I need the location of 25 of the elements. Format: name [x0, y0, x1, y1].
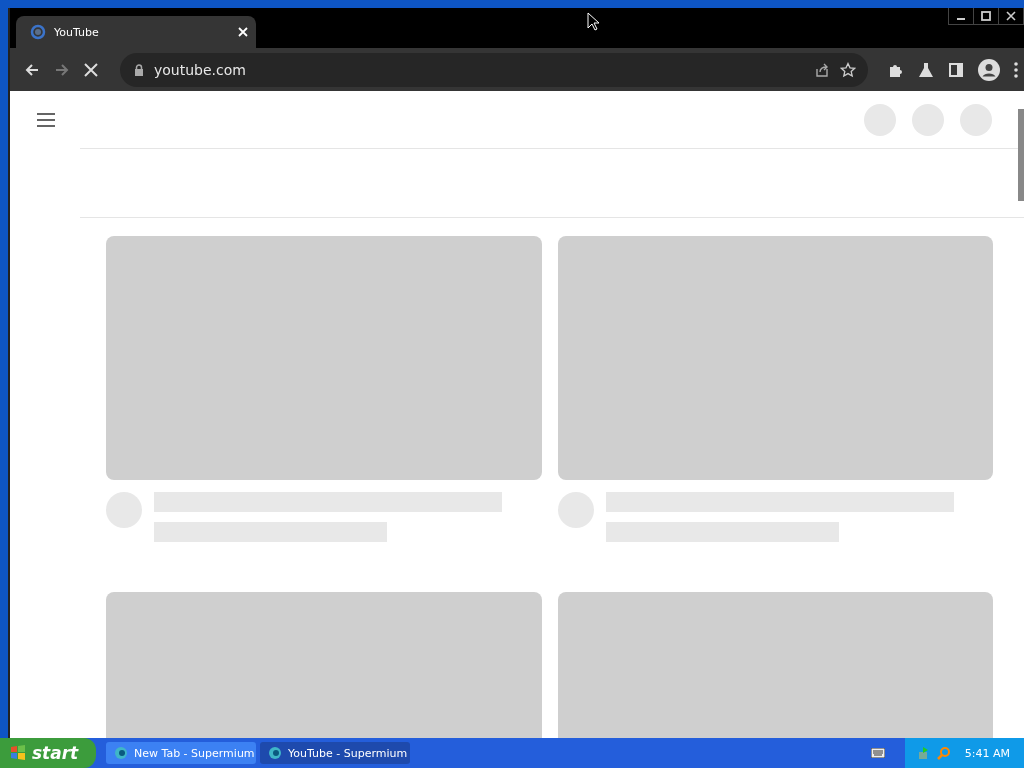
- menu-icon[interactable]: [36, 112, 56, 127]
- keyboard-icon[interactable]: [870, 748, 885, 758]
- address-bar[interactable]: youtube.com: [120, 52, 868, 87]
- forward-icon[interactable]: [54, 61, 70, 78]
- lock-icon: [134, 63, 144, 76]
- stop-icon[interactable]: [84, 62, 98, 77]
- browser-tab[interactable]: YouTube: [16, 16, 256, 48]
- browser-icon: [268, 746, 282, 760]
- mouse-pointer-icon: [587, 12, 599, 31]
- taskbar-item[interactable]: New Tab - Supermium: [106, 742, 256, 764]
- avatar-icon[interactable]: [978, 58, 1000, 81]
- maximize-icon[interactable]: [981, 11, 991, 21]
- clock: 5:41 AM: [964, 746, 1010, 760]
- back-icon[interactable]: [24, 61, 40, 78]
- scrollbar-thumb[interactable]: [1018, 109, 1024, 201]
- loading-spinner-icon: [30, 24, 46, 40]
- taskbar-item[interactable]: YouTube - Supermium: [260, 742, 410, 764]
- close-icon[interactable]: [1006, 11, 1016, 21]
- browser-icon: [114, 746, 128, 760]
- flask-icon[interactable]: [918, 61, 934, 78]
- star-icon[interactable]: [840, 61, 856, 78]
- side-panel-icon[interactable]: [948, 61, 964, 78]
- menu-icon[interactable]: [1014, 61, 1018, 78]
- windows-logo-icon: [10, 745, 26, 761]
- share-icon[interactable]: [814, 61, 830, 78]
